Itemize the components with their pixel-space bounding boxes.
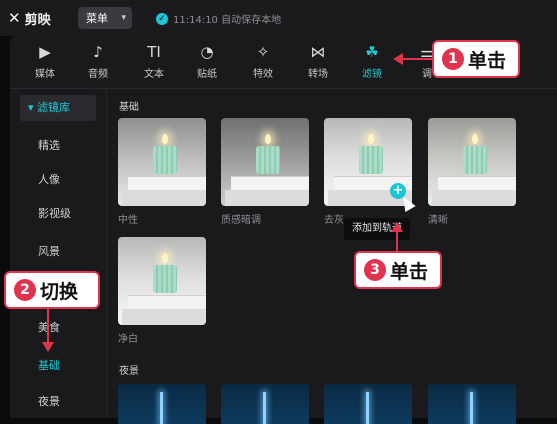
sidebar-item-landscape[interactable]: 风景 [20, 239, 96, 265]
tab-label: 文本 [144, 69, 164, 80]
save-status: ✓ 11:14:10 自动保存本地 [156, 11, 281, 26]
tab-label: 调 [422, 69, 432, 80]
night-filter-thumbnail[interactable] [221, 384, 309, 424]
annotation-arrow-1 [402, 58, 432, 60]
transition-icon: ⋈ [310, 43, 326, 61]
night-filter-thumbnail[interactable] [428, 384, 516, 424]
annotation-number: 2 [14, 279, 36, 301]
night-filter-thumbnail[interactable] [118, 384, 206, 424]
sidebar-item-portrait[interactable]: 人像 [20, 167, 96, 193]
sidebar-item-food[interactable]: 美食 [20, 315, 96, 341]
tab-label: 滤镜 [362, 69, 382, 80]
section-title-basic: 基础 [119, 102, 139, 113]
app-logo: ✕ 剪映 [8, 9, 51, 29]
filter-thumbnail [118, 237, 206, 325]
arrow-head-icon [393, 53, 403, 65]
audio-icon: ♪ [93, 43, 103, 61]
tab-media[interactable]: ▶ 媒体 [20, 40, 70, 84]
sidebar-header-label: 滤镜库 [37, 101, 71, 114]
material-panel: ▶ 媒体 ♪ 音频 TI 文本 ◔ 贴纸 ✧ 特效 ⋈ 转场 ☘ 滤镜 ⚌ 调 [10, 36, 557, 418]
sidebar-header-filter-library[interactable]: ▾ 滤镜库 [20, 95, 96, 121]
filter-card-dehaze[interactable]: 去灰 [324, 118, 412, 226]
filter-card-neutral[interactable]: 中性 [118, 118, 206, 226]
effects-icon: ✧ [256, 43, 270, 61]
filter-card-textured-dark[interactable]: 质感暗调 [221, 118, 309, 226]
section-title-night: 夜景 [119, 366, 139, 377]
chevron-down-icon: ▾ [121, 13, 126, 23]
tab-filter[interactable]: ☘ 滤镜 [347, 40, 397, 84]
app-name: 剪映 [24, 13, 51, 28]
sidebar-item-cinematic[interactable]: 影视级 [20, 201, 96, 227]
annotation-number: 3 [364, 259, 386, 281]
arrow-head-icon [42, 342, 54, 352]
filter-label: 质感暗调 [221, 215, 261, 226]
tab-label: 媒体 [35, 69, 55, 80]
tab-label: 特效 [253, 69, 273, 80]
tab-sticker[interactable]: ◔ 贴纸 [182, 40, 232, 84]
tab-label: 音频 [88, 69, 108, 80]
menu-label: 菜单 [86, 12, 108, 25]
filter-thumbnail [428, 118, 516, 206]
annotation-text: 切换 [40, 280, 79, 303]
filter-thumbnail [221, 118, 309, 206]
filter-label: 中性 [118, 215, 138, 226]
sidebar-item-featured[interactable]: 精选 [20, 133, 96, 159]
tab-label: 转场 [308, 69, 328, 80]
annotation-arrow-3 [396, 230, 398, 251]
logo-icon: ✕ [8, 9, 21, 27]
filter-thumbnail [118, 118, 206, 206]
annotation-callout-2: 2 切换 [4, 271, 100, 309]
check-icon: ✓ [156, 12, 168, 25]
tab-label: 贴纸 [197, 69, 217, 80]
tab-text[interactable]: TI 文本 [129, 40, 179, 84]
annotation-text: 单击 [390, 260, 429, 283]
arrow-head-icon [391, 222, 403, 232]
save-status-text: 11:14:10 自动保存本地 [173, 15, 282, 26]
annotation-arrow-2 [47, 309, 49, 343]
annotation-callout-1: 1 单击 [432, 40, 520, 78]
filter-label: 清晰 [428, 215, 448, 226]
night-filter-thumbnail[interactable] [324, 384, 412, 424]
media-icon: ▶ [39, 43, 51, 61]
tab-effects[interactable]: ✧ 特效 [238, 40, 288, 84]
annotation-number: 1 [442, 48, 464, 70]
sidebar-item-basic[interactable]: 基础 [20, 353, 96, 379]
title-bar: ✕ 剪映 菜单 ▾ ✓ 11:14:10 自动保存本地 [0, 0, 557, 36]
menu-button[interactable]: 菜单 ▾ [78, 7, 132, 29]
filter-icon: ☘ [365, 43, 379, 61]
annotation-text: 单击 [468, 49, 507, 72]
sticker-icon: ◔ [200, 43, 214, 61]
tab-audio[interactable]: ♪ 音频 [73, 40, 123, 84]
sidebar-item-night[interactable]: 夜景 [20, 389, 96, 415]
caret-down-icon: ▾ [28, 101, 38, 114]
tab-transition[interactable]: ⋈ 转场 [293, 40, 343, 84]
filter-sidebar: ▾ 滤镜库 精选 人像 影视级 风景 美食 基础 夜景 [10, 89, 107, 418]
filter-card-pure-white[interactable]: 净白 [118, 237, 206, 345]
text-icon: TI [147, 43, 161, 61]
filter-label: 净白 [118, 334, 138, 345]
annotation-callout-3: 3 单击 [354, 251, 442, 289]
filter-card-clear[interactable]: 清晰 [428, 118, 516, 226]
